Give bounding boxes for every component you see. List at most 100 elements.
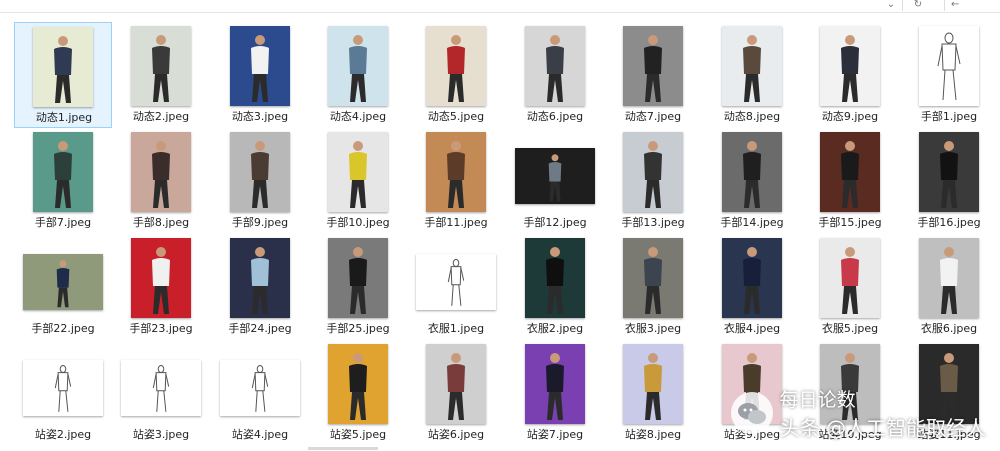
watermark: 每日论数 头条 @人工智能取经人 [730, 385, 986, 441]
person-figure-icon [426, 132, 486, 212]
file-name: 衣服1.jpeg [427, 322, 485, 335]
file-name: 站姿8.jpeg [624, 428, 682, 441]
file-item[interactable]: 手部7.jpeg [14, 128, 112, 234]
person-figure-icon [919, 26, 979, 106]
person-figure-icon [33, 27, 93, 107]
file-item[interactable]: 衣服3.jpeg [604, 234, 702, 340]
file-name: 手部15.jpeg [818, 216, 882, 229]
file-item[interactable]: 动态8.jpeg [703, 22, 801, 128]
file-item[interactable]: 手部25.jpeg [309, 234, 407, 340]
file-thumbnail [33, 27, 93, 107]
file-item[interactable]: 动态3.jpeg [211, 22, 309, 128]
file-item[interactable]: 站姿2.jpeg [14, 340, 112, 446]
file-name: 动态3.jpeg [231, 110, 289, 123]
file-item[interactable]: 手部11.jpeg [407, 128, 505, 234]
file-item[interactable]: 衣服6.jpeg [900, 234, 998, 340]
person-figure-icon [230, 26, 290, 106]
file-name: 动态4.jpeg [329, 110, 387, 123]
file-name: 手部1.jpeg [920, 110, 978, 123]
file-thumbnail [121, 360, 201, 416]
file-item[interactable]: 手部8.jpeg [112, 128, 210, 234]
file-item[interactable]: 动态6.jpeg [506, 22, 604, 128]
file-name: 手部22.jpeg [31, 322, 95, 335]
file-name: 手部14.jpeg [720, 216, 784, 229]
file-name: 动态6.jpeg [526, 110, 584, 123]
file-thumbnail [328, 238, 388, 318]
file-item[interactable]: 动态7.jpeg [604, 22, 702, 128]
file-item[interactable]: 站姿7.jpeg [506, 340, 604, 446]
person-figure-icon [230, 238, 290, 318]
person-figure-icon [131, 26, 191, 106]
person-figure-icon [121, 360, 201, 416]
file-item[interactable]: 动态9.jpeg [801, 22, 899, 128]
file-thumbnail [33, 132, 93, 212]
person-figure-icon [23, 254, 103, 310]
file-name: 手部8.jpeg [132, 216, 190, 229]
file-name: 站姿2.jpeg [34, 428, 92, 441]
file-name: 动态7.jpeg [624, 110, 682, 123]
person-figure-icon [328, 344, 388, 424]
file-thumbnail [230, 132, 290, 212]
file-name: 动态8.jpeg [723, 110, 781, 123]
file-item[interactable]: 站姿4.jpeg [211, 340, 309, 446]
file-item[interactable]: 手部9.jpeg [211, 128, 309, 234]
file-item[interactable]: 衣服5.jpeg [801, 234, 899, 340]
person-figure-icon [623, 344, 683, 424]
file-item[interactable]: 手部23.jpeg [112, 234, 210, 340]
file-thumbnail [623, 26, 683, 106]
file-thumbnail [515, 148, 595, 204]
file-thumbnail [820, 132, 880, 212]
file-item[interactable]: 动态4.jpeg [309, 22, 407, 128]
file-thumbnail [623, 344, 683, 424]
person-figure-icon [328, 132, 388, 212]
file-name: 手部25.jpeg [326, 322, 390, 335]
file-item[interactable]: 动态5.jpeg [407, 22, 505, 128]
file-name: 站姿3.jpeg [132, 428, 190, 441]
file-name: 衣服5.jpeg [821, 322, 879, 335]
person-figure-icon [525, 344, 585, 424]
person-figure-icon [820, 132, 880, 212]
file-item[interactable]: 手部1.jpeg [900, 22, 998, 128]
file-thumbnail [525, 26, 585, 106]
file-item[interactable]: 站姿3.jpeg [112, 340, 210, 446]
file-item[interactable]: 动态1.jpeg [14, 22, 112, 128]
file-item[interactable]: 手部14.jpeg [703, 128, 801, 234]
file-thumbnail [525, 238, 585, 318]
file-item[interactable]: 手部10.jpeg [309, 128, 407, 234]
file-thumbnail [426, 344, 486, 424]
person-figure-icon [131, 132, 191, 212]
file-item[interactable]: 手部24.jpeg [211, 234, 309, 340]
file-name: 动态1.jpeg [35, 111, 93, 124]
file-name: 手部12.jpeg [523, 216, 587, 229]
file-item[interactable]: 站姿8.jpeg [604, 340, 702, 446]
file-name: 手部16.jpeg [917, 216, 981, 229]
file-grid: 动态1.jpeg 动态2.jpeg 动态3.jpeg 动态4.jpeg 动态5.jpeg… [0, 0, 1000, 451]
person-figure-icon [919, 238, 979, 318]
file-thumbnail [328, 26, 388, 106]
file-item[interactable]: 手部13.jpeg [604, 128, 702, 234]
file-thumbnail [230, 238, 290, 318]
person-figure-icon [525, 26, 585, 106]
file-thumbnail [23, 360, 103, 416]
file-item[interactable]: 站姿6.jpeg [407, 340, 505, 446]
person-figure-icon [426, 26, 486, 106]
person-figure-icon [722, 26, 782, 106]
person-figure-icon [623, 26, 683, 106]
file-thumbnail [131, 132, 191, 212]
file-item[interactable]: 站姿5.jpeg [309, 340, 407, 446]
person-figure-icon [33, 132, 93, 212]
file-item[interactable]: 动态2.jpeg [112, 22, 210, 128]
file-item[interactable]: 衣服4.jpeg [703, 234, 801, 340]
file-item[interactable]: 衣服1.jpeg [407, 234, 505, 340]
file-item[interactable]: 衣服2.jpeg [506, 234, 604, 340]
file-thumbnail [220, 360, 300, 416]
horizontal-scrollbar[interactable] [308, 447, 378, 450]
person-figure-icon [515, 148, 595, 204]
file-thumbnail [722, 26, 782, 106]
file-item[interactable]: 手部12.jpeg [506, 128, 604, 234]
file-thumbnail [820, 26, 880, 106]
file-thumbnail [722, 238, 782, 318]
file-item[interactable]: 手部15.jpeg [801, 128, 899, 234]
file-item[interactable]: 手部22.jpeg [14, 234, 112, 340]
file-item[interactable]: 手部16.jpeg [900, 128, 998, 234]
